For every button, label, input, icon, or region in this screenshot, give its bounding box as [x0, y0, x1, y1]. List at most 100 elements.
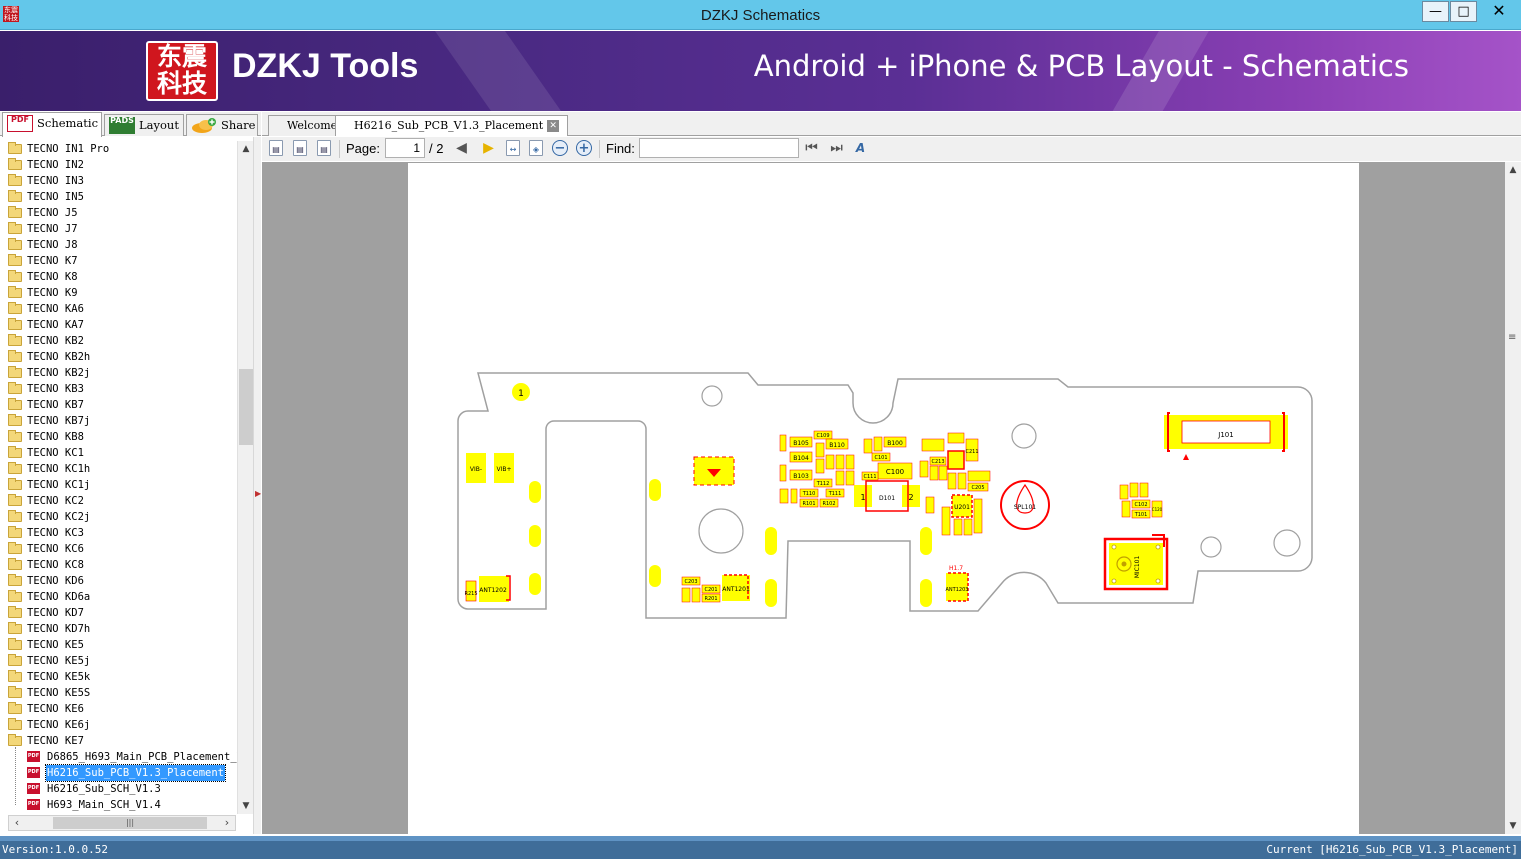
c120-label: C120 — [1152, 507, 1163, 512]
scroll-down-arrow[interactable]: ▼ — [238, 798, 254, 814]
tab-schematic[interactable]: PDF Schematic — [2, 112, 102, 137]
close-button[interactable]: ✕ — [1478, 1, 1520, 22]
mic101-pin — [1111, 578, 1117, 584]
folder-icon — [8, 174, 22, 186]
panel-splitter[interactable]: ▶ — [253, 137, 261, 834]
minimize-button[interactable]: — — [1422, 1, 1449, 22]
scroll-left-arrow[interactable]: ‹ — [9, 816, 25, 830]
h17-label: H1.7 — [949, 565, 963, 572]
tree-folder-label: TECNO KD7h — [27, 623, 91, 635]
ant1203-label: ANT1203 — [946, 587, 969, 593]
tab-share-label: Share — [221, 118, 256, 132]
tree-folder-label: TECNO KD6 — [27, 575, 84, 587]
smd-component — [779, 464, 787, 482]
mic101-port-center — [1121, 561, 1127, 567]
banner-tagline: Android + iPhone & PCB Layout - Schemati… — [753, 49, 1409, 83]
folder-icon — [8, 494, 22, 506]
mounting-hole — [1011, 423, 1037, 449]
smd-component — [1121, 500, 1131, 518]
scroll-up-arrow[interactable]: ▲ — [1505, 162, 1521, 178]
viewer-vertical-scrollbar[interactable]: ▲ ≡ ▼ — [1505, 162, 1521, 834]
b105-label: B105 — [793, 440, 809, 447]
tree-folder-label: TECNO KC1h — [27, 463, 91, 475]
tree-file-label: D6865_H693_Main_PCB_Placement_V2 — [47, 751, 237, 763]
toolbar-divider — [599, 140, 600, 158]
b103-label: B103 — [793, 473, 809, 480]
ant1201-label: ANT1201 — [722, 586, 750, 593]
smd-component — [1119, 484, 1129, 500]
mic101-label: MIC101 — [1134, 556, 1141, 579]
tree-folder-label: TECNO KB3 — [27, 383, 84, 395]
fit-width-icon[interactable]: ↔ — [506, 140, 520, 156]
fit-page-icon[interactable]: ◈ — [529, 140, 543, 156]
pin-label: 1 — [518, 389, 524, 399]
oval-pad — [649, 479, 661, 501]
tab-layout[interactable]: PADS Layout — [104, 114, 184, 136]
scroll-right-arrow[interactable]: › — [219, 816, 235, 830]
smd-component — [779, 434, 787, 452]
folder-icon — [8, 382, 22, 394]
b104-label: B104 — [793, 455, 809, 462]
find-label: Find: — [606, 141, 635, 156]
j101-label: J101 — [1217, 431, 1233, 439]
folder-icon — [8, 222, 22, 234]
tree-folder-label: TECNO IN2 — [27, 159, 84, 171]
tree-folder-label: TECNO KE5k — [27, 671, 91, 683]
tree-vertical-scrollbar[interactable]: ▲ ▼ — [237, 141, 253, 814]
scroll-grip-icon[interactable]: ≡ — [1508, 332, 1516, 343]
smd-component — [947, 472, 957, 490]
tree-folder-label: TECNO KE5j — [27, 655, 91, 667]
c213-label: C213 — [931, 459, 944, 465]
tree-connector-line — [15, 747, 16, 805]
oval-pad — [920, 527, 932, 555]
scroll-up-arrow[interactable]: ▲ — [238, 141, 254, 157]
previous-page-icon[interactable]: ◀ — [453, 140, 470, 157]
find-input[interactable] — [639, 138, 799, 158]
zoom-in-icon[interactable]: + — [576, 140, 592, 156]
scroll-thumb[interactable] — [239, 369, 253, 445]
scroll-thumb[interactable]: ||| — [53, 817, 207, 829]
next-page-icon[interactable]: ▶ — [480, 140, 497, 157]
find-next-icon[interactable]: ⏭ — [828, 140, 845, 157]
collapse-arrow-icon[interactable]: ▶ — [255, 489, 261, 498]
left-panel-tabs: PDF Schematic PADS Layout Share — [0, 112, 261, 137]
find-previous-icon[interactable]: ⏮ — [803, 140, 820, 157]
smd-component — [947, 432, 965, 444]
pin-label: 1 — [860, 493, 865, 502]
mounting-hole — [698, 508, 744, 554]
page-number-input[interactable]: 1 — [385, 138, 425, 158]
match-case-icon[interactable]: A — [852, 140, 869, 157]
zoom-out-icon[interactable]: − — [552, 140, 568, 156]
tree-file-label: H6216_Sub_PCB_V1.3_Placement — [44, 764, 227, 782]
app-window: 东震科技 DZKJ Schematics — □ ✕ 东震科技 DZKJ Too… — [0, 0, 1521, 859]
tree-folder-label: TECNO KB7 — [27, 399, 84, 411]
tab-share[interactable]: Share — [186, 114, 258, 136]
folder-icon — [8, 350, 22, 362]
current-document-text: Current [H6216_Sub_PCB_V1.3_Placement] — [1266, 843, 1518, 856]
copy-doc-icon[interactable]: ▤ — [269, 140, 283, 156]
smd-component — [963, 518, 973, 536]
smd-component — [845, 454, 855, 470]
oval-pad — [765, 579, 777, 607]
copy-page-icon[interactable]: ▤ — [293, 140, 307, 156]
mounting-hole — [1273, 529, 1301, 557]
tree-folder-label: TECNO KE7 — [27, 735, 84, 747]
tab-layout-label: Layout — [139, 118, 179, 132]
smd-component — [925, 496, 935, 514]
folder-icon — [8, 686, 22, 698]
tree-folder-label: TECNO IN3 — [27, 175, 84, 187]
pin1-marker — [1183, 454, 1189, 460]
export-icon[interactable]: ▤ — [317, 140, 331, 156]
close-tab-icon[interactable]: ✕ — [547, 120, 560, 132]
smd-component — [863, 438, 873, 454]
tree-folder-label: TECNO KC1 — [27, 447, 84, 459]
tab-document[interactable]: H6216_Sub_PCB_V1.3_Placement ✕ — [335, 115, 569, 136]
tree-horizontal-scrollbar[interactable]: ‹ ||| › — [8, 815, 236, 831]
folder-icon — [8, 462, 22, 474]
folder-icon — [8, 142, 22, 154]
folder-icon — [8, 542, 22, 554]
folder-icon — [8, 190, 22, 202]
document-viewer[interactable]: 1 VIB- VIB+ R215 ANT1202 C203 C201 R201 … — [262, 162, 1505, 834]
scroll-down-arrow[interactable]: ▼ — [1505, 818, 1521, 834]
maximize-button[interactable]: □ — [1450, 1, 1477, 22]
